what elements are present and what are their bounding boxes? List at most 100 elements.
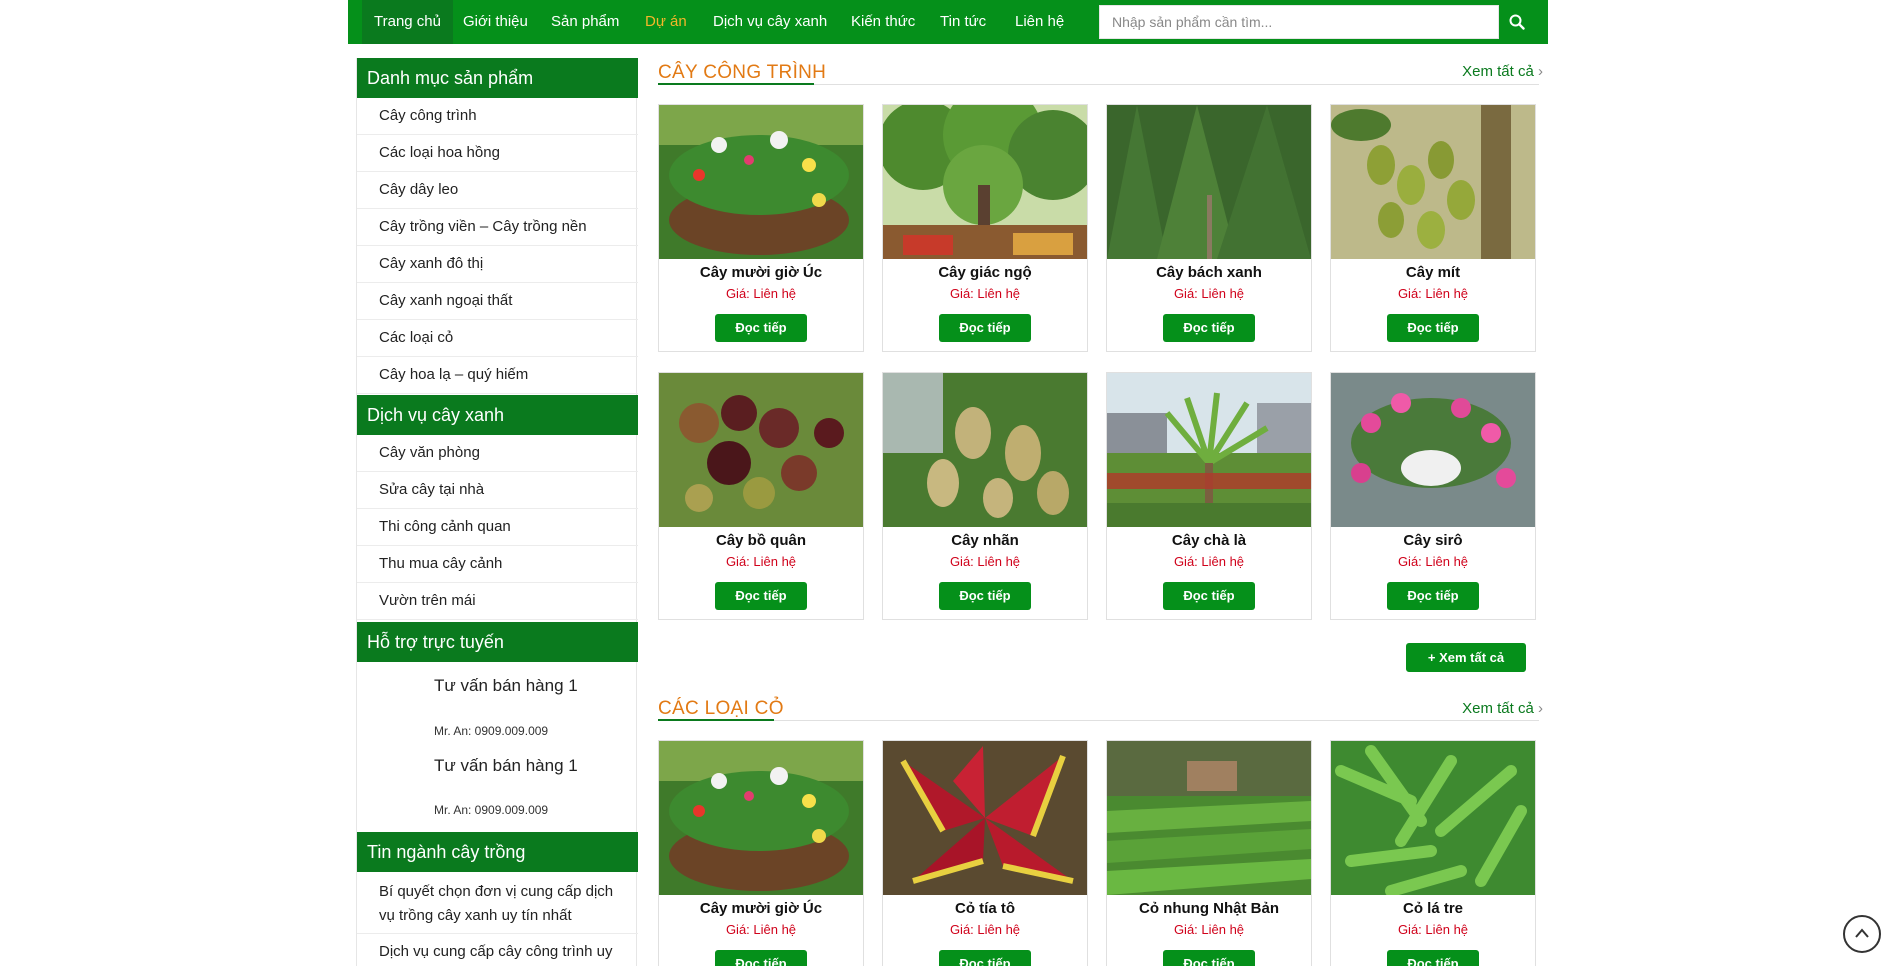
sidebar-item-vuon-tren-mai[interactable]: Vườn trên mái: [357, 583, 638, 620]
product-name[interactable]: Cây bồ quân: [659, 532, 863, 549]
product-card: Cỏ lá tre Giá: Liên hệ Đọc tiếp: [1330, 740, 1536, 966]
sidebar-item-do-thi[interactable]: Cây xanh đô thị: [357, 246, 638, 283]
sidebar-item-van-phong[interactable]: Cây văn phòng: [357, 435, 638, 472]
back-to-top-button[interactable]: [1843, 915, 1881, 953]
sidebar: Danh mục sản phẩm Cây công trình Các loạ…: [356, 58, 638, 966]
product-price: Giá: Liên hệ: [949, 286, 1021, 301]
product-name[interactable]: Cây nhãn: [883, 532, 1087, 549]
product-price: Giá: Liên hệ: [725, 554, 797, 569]
nav-contact[interactable]: Liên hệ: [1015, 0, 1064, 44]
sidebar-item-ngoai-that[interactable]: Cây xanh ngoại thất: [357, 283, 638, 320]
sidebar-item-canh-quan[interactable]: Thi công cảnh quan: [357, 509, 638, 546]
product-card: Cây chà là Giá: Liên hệ Đọc tiếp: [1106, 372, 1312, 620]
search-icon: [1509, 14, 1525, 30]
product-image[interactable]: [1331, 741, 1535, 895]
sidebar-item-hoa-la[interactable]: Cây hoa lạ – quý hiếm: [357, 357, 638, 394]
nav-about[interactable]: Giới thiệu: [463, 0, 528, 44]
see-all-link[interactable]: Xem tất cả ›: [1462, 700, 1543, 717]
product-image[interactable]: [883, 373, 1087, 527]
chevron-up-icon: [1855, 928, 1869, 938]
sidebar-item-cac-loai-co[interactable]: Các loại cỏ: [357, 320, 638, 357]
product-price: Giá: Liên hệ: [949, 922, 1021, 937]
product-name[interactable]: Cây mười giờ Úc: [659, 900, 863, 917]
read-more-button[interactable]: Đọc tiếp: [715, 582, 807, 610]
read-more-button[interactable]: Đọc tiếp: [939, 950, 1031, 966]
product-name[interactable]: Cây chà là: [1107, 532, 1311, 549]
product-image[interactable]: [883, 105, 1087, 259]
news-link[interactable]: Dịch vụ cung cấp cây công trình uy tín: [379, 940, 629, 966]
nav-products[interactable]: Sản phẩm: [551, 0, 619, 44]
product-card: Cây mười giờ Úc Giá: Liên hệ Đọc tiếp: [658, 104, 864, 352]
see-all-label: Xem tất cả: [1462, 700, 1534, 717]
read-more-button[interactable]: Đọc tiếp: [1163, 950, 1255, 966]
nav-projects[interactable]: Dự án: [645, 0, 687, 44]
sidebar-item-day-leo[interactable]: Cây dây leo: [357, 172, 638, 209]
product-card: Cây nhãn Giá: Liên hệ Đọc tiếp: [882, 372, 1088, 620]
sidebar-item-cay-cong-trinh[interactable]: Cây công trình: [357, 98, 638, 135]
product-price: Giá: Liên hệ: [1397, 554, 1469, 569]
product-image[interactable]: [659, 105, 863, 259]
read-more-button[interactable]: Đọc tiếp: [1163, 314, 1255, 342]
read-more-button[interactable]: Đọc tiếp: [715, 314, 807, 342]
product-image[interactable]: [1331, 373, 1535, 527]
nav-knowledge[interactable]: Kiến thức: [851, 0, 915, 44]
product-name[interactable]: Cây mít: [1331, 264, 1535, 281]
product-price: Giá: Liên hệ: [1173, 554, 1245, 569]
product-image[interactable]: [659, 373, 863, 527]
divider: [658, 720, 1539, 721]
read-more-button[interactable]: Đọc tiếp: [715, 950, 807, 966]
product-image[interactable]: [1107, 105, 1311, 259]
product-name[interactable]: Cây sirô: [1331, 532, 1535, 549]
product-image[interactable]: [659, 741, 863, 895]
product-name[interactable]: Cây mười giờ Úc: [659, 264, 863, 281]
news-heading: Tin ngành cây trồng: [357, 832, 638, 872]
title-underline: [658, 83, 814, 85]
read-more-button[interactable]: Đọc tiếp: [939, 314, 1031, 342]
product-card: Cây mít Giá: Liên hệ Đọc tiếp: [1330, 104, 1536, 352]
read-more-button[interactable]: Đọc tiếp: [1387, 582, 1479, 610]
product-name[interactable]: Cỏ tía tô: [883, 900, 1087, 917]
product-price: Giá: Liên hệ: [1173, 286, 1245, 301]
product-card: Cây bách xanh Giá: Liên hệ Đọc tiếp: [1106, 104, 1312, 352]
product-card: Cây bồ quân Giá: Liên hệ Đọc tiếp: [658, 372, 864, 620]
support-phone[interactable]: Mr. An: 0909.009.009: [434, 803, 548, 817]
read-more-button[interactable]: Đọc tiếp: [939, 582, 1031, 610]
product-image[interactable]: [1331, 105, 1535, 259]
product-name[interactable]: Cỏ nhung Nhật Bản: [1107, 900, 1311, 917]
services-heading: Dịch vụ cây xanh: [357, 395, 638, 435]
page: Trang chủ Giới thiệu Sản phẩm Dự án Dịch…: [348, 0, 1548, 966]
read-more-button[interactable]: Đọc tiếp: [1387, 950, 1479, 966]
product-image[interactable]: [1107, 741, 1311, 895]
view-all-button[interactable]: + Xem tất cả: [1406, 643, 1526, 672]
product-name[interactable]: Cây giác ngộ: [883, 264, 1087, 281]
sidebar-item-thu-mua[interactable]: Thu mua cây cảnh: [357, 546, 638, 583]
product-image[interactable]: [1107, 373, 1311, 527]
section-title: CÁC LOẠI CỎ: [658, 698, 784, 719]
product-price: Giá: Liên hệ: [949, 554, 1021, 569]
title-underline: [658, 719, 774, 721]
categories-heading: Danh mục sản phẩm: [357, 58, 638, 98]
sidebar-item-hoa-hong[interactable]: Các loại hoa hồng: [357, 135, 638, 172]
nav-green-services[interactable]: Dịch vụ cây xanh: [713, 0, 827, 44]
news-link[interactable]: Bí quyết chọn đơn vị cung cấp dịch vụ tr…: [379, 880, 629, 928]
chevron-right-icon: ›: [1538, 63, 1543, 80]
nav-news[interactable]: Tin tức: [940, 0, 986, 44]
search-input[interactable]: Nhập sản phẩm cần tìm...: [1099, 5, 1499, 39]
nav-home[interactable]: Trang chủ: [362, 0, 453, 44]
product-price: Giá: Liên hệ: [1397, 922, 1469, 937]
product-name[interactable]: Cây bách xanh: [1107, 264, 1311, 281]
product-card: Cây mười giờ Úc Giá: Liên hệ Đọc tiếp: [658, 740, 864, 966]
search-button[interactable]: [1499, 5, 1535, 39]
product-price: Giá: Liên hệ: [725, 286, 797, 301]
product-name[interactable]: Cỏ lá tre: [1331, 900, 1535, 917]
support-phone[interactable]: Mr. An: 0909.009.009: [434, 724, 548, 738]
sidebar-item-sua-cay[interactable]: Sửa cây tại nhà: [357, 472, 638, 509]
read-more-button[interactable]: Đọc tiếp: [1387, 314, 1479, 342]
main-nav: Trang chủ Giới thiệu Sản phẩm Dự án Dịch…: [348, 0, 1548, 44]
see-all-link[interactable]: Xem tất cả ›: [1462, 63, 1543, 80]
sidebar-item-trong-vien[interactable]: Cây trồng viền – Cây trồng nền: [357, 209, 638, 246]
divider: [357, 933, 638, 934]
read-more-button[interactable]: Đọc tiếp: [1163, 582, 1255, 610]
product-card: Cỏ nhung Nhật Bản Giá: Liên hệ Đọc tiếp: [1106, 740, 1312, 966]
product-image[interactable]: [883, 741, 1087, 895]
